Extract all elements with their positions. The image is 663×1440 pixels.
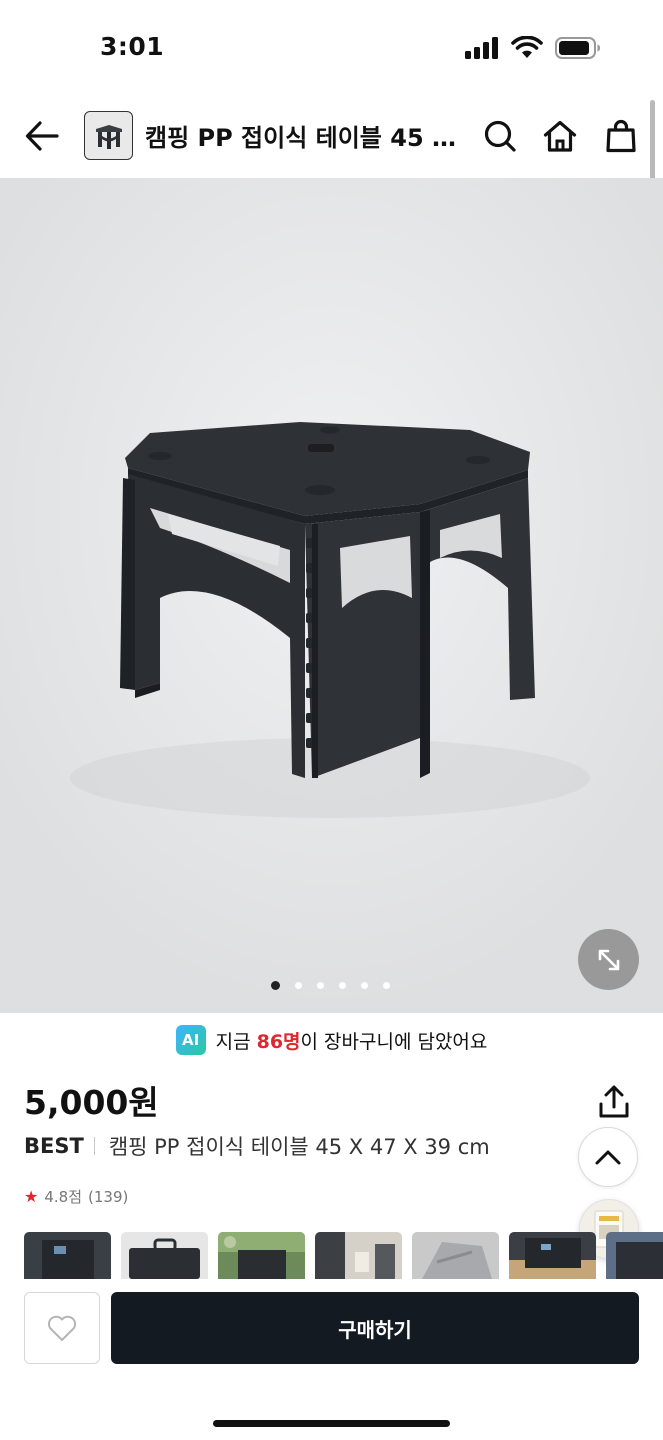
scroll-top-button[interactable] (578, 1127, 638, 1187)
gallery-dot[interactable] (316, 982, 324, 989)
detail-thumbnail[interactable] (315, 1232, 402, 1279)
detail-thumbnail[interactable] (509, 1232, 596, 1279)
detail-thumbnail[interactable] (412, 1232, 499, 1279)
chevron-up-icon (595, 1150, 621, 1165)
ai-banner-text: 지금 86명이 장바구니에 담았어요 (216, 1027, 488, 1054)
product-header: 캠핑 PP 접이식 테이블 45 X 47 X 39 cm (0, 96, 663, 178)
gallery-pagination (0, 981, 663, 990)
home-button[interactable] (540, 116, 580, 156)
detail-thumbnails (24, 1232, 663, 1279)
product-name: 캠핑 PP 접이식 테이블 45 X 47 X 39 cm (108, 1135, 490, 1159)
search-icon (484, 120, 516, 152)
brand-row: BEST 캠핑 PP 접이식 테이블 45 X 47 X 39 cm (24, 1131, 490, 1161)
brand-name[interactable]: BEST (24, 1134, 84, 1158)
shopping-bag-icon (606, 119, 636, 153)
heart-icon (47, 1315, 77, 1341)
product-price: 5,000원 (24, 1083, 159, 1122)
cart-button[interactable] (601, 116, 641, 156)
gallery-dot[interactable] (360, 982, 368, 989)
share-icon (599, 1085, 629, 1118)
buy-button[interactable]: 구매하기 (111, 1292, 639, 1364)
review-count: (139) (88, 1187, 129, 1206)
gallery-dot[interactable] (338, 982, 346, 989)
expand-image-button[interactable] (578, 929, 639, 990)
rating-score: 4.8점 (44, 1188, 82, 1206)
status-time: 3:01 (100, 32, 165, 61)
cellular-signal-icon (465, 37, 498, 59)
status-bar: 3:01 (0, 0, 663, 96)
ai-banner-prefix: 지금 (215, 1030, 257, 1053)
back-button[interactable] (22, 116, 62, 156)
gallery-dot[interactable] (294, 982, 302, 989)
ai-cart-banner: AI 지금 86명이 장바구니에 담았어요 (0, 1022, 663, 1058)
expand-arrows-icon (598, 949, 619, 970)
header-product-thumbnail[interactable] (84, 111, 133, 160)
search-button[interactable] (480, 116, 520, 156)
home-icon (543, 120, 577, 152)
wishlist-button[interactable] (24, 1292, 100, 1364)
stool-thumbnail-icon (95, 124, 122, 149)
brand-divider (93, 1137, 95, 1155)
back-arrow-icon (25, 121, 59, 151)
detail-thumbnail[interactable] (121, 1232, 208, 1279)
rating-row[interactable]: ★ 4.8점 (139) (24, 1186, 128, 1207)
ai-banner-suffix: 이 장바구니에 담았어요 (300, 1030, 488, 1053)
bottom-action-bar: 구매하기 (0, 1279, 663, 1440)
ai-banner-count: 86명 (256, 1030, 301, 1053)
product-photo-folding-table (0, 178, 663, 1013)
ai-badge-icon: AI (175, 1025, 206, 1055)
product-image-gallery[interactable] (0, 178, 663, 1013)
status-icons (465, 36, 601, 60)
gallery-dot[interactable] (382, 982, 390, 989)
star-icon: ★ (24, 1187, 39, 1206)
battery-icon (555, 37, 600, 59)
home-indicator (213, 1420, 450, 1427)
detail-thumbnail[interactable] (218, 1232, 305, 1279)
page-title: 캠핑 PP 접이식 테이블 45 X 47 X 39 cm (145, 124, 460, 152)
share-button[interactable] (596, 1083, 632, 1121)
gallery-dot-active[interactable] (270, 981, 280, 990)
wifi-icon (511, 36, 543, 58)
detail-thumbnail[interactable] (606, 1232, 663, 1279)
detail-thumbnail[interactable] (24, 1232, 111, 1279)
